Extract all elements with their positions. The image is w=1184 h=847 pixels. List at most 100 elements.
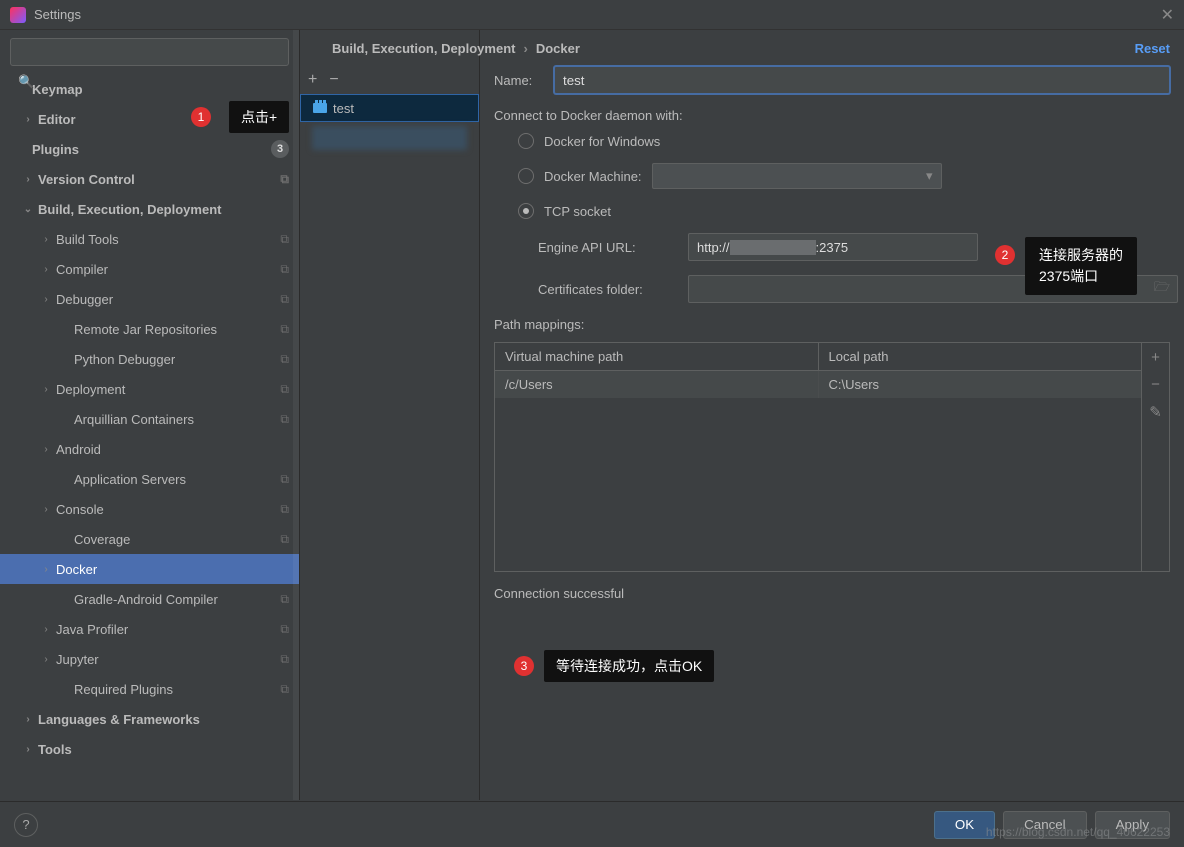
chevron-icon: ⌄ [18, 204, 38, 215]
sidebar-item-label: Languages & Frameworks [38, 712, 289, 727]
scope-icon: ⧉ [280, 592, 289, 607]
sidebar-item-label: Coverage [74, 532, 274, 547]
sidebar-item-plugins[interactable]: Plugins3 [0, 134, 299, 164]
chevron-icon: › [36, 654, 56, 665]
annotation-badge: 1 [191, 107, 211, 127]
sidebar-item-debugger[interactable]: ›Debugger ⧉ [0, 284, 299, 314]
sidebar-item-required-plugins[interactable]: Required Plugins ⧉ [0, 674, 299, 704]
close-icon[interactable]: ✕ [1161, 5, 1174, 25]
chevron-icon: › [36, 234, 56, 245]
scope-icon: ⧉ [280, 472, 289, 487]
name-input[interactable] [554, 66, 1170, 94]
annotation-2: 2 连接服务器的 2375端口 [1025, 237, 1137, 295]
table-edit-icon[interactable]: ✎ [1149, 403, 1162, 421]
path-mappings-table: Virtual machine path Local path /c/Users… [494, 342, 1170, 572]
scope-icon: ⧉ [280, 322, 289, 337]
chevron-icon: › [36, 444, 56, 455]
chevron-icon: › [36, 564, 56, 575]
scope-icon: ⧉ [280, 172, 289, 187]
settings-sidebar: 🔍 Keymap›EditorPlugins3›Version Control⧉… [0, 30, 300, 800]
window-title: Settings [34, 7, 1161, 22]
remove-button[interactable]: − [329, 71, 338, 89]
chevron-icon: › [18, 174, 38, 185]
docker-config-label: test [333, 101, 354, 116]
masked-host: xxxx [730, 240, 816, 255]
reset-link[interactable]: Reset [1135, 41, 1170, 56]
chevron-icon: › [18, 114, 38, 125]
docker-icon [313, 103, 327, 113]
chevron-icon: › [36, 294, 56, 305]
sidebar-item-label: Keymap [32, 82, 289, 97]
col-local-path[interactable]: Local path [819, 343, 1142, 370]
settings-tree: Keymap›EditorPlugins3›Version Control⧉⌄B… [0, 74, 299, 800]
chevron-icon: › [36, 624, 56, 635]
sidebar-item-jupyter[interactable]: ›Jupyter⧉ [0, 644, 299, 674]
scope-icon: ⧉ [280, 622, 289, 637]
chevron-icon: › [36, 384, 56, 395]
sidebar-item-label: Compiler [56, 262, 274, 277]
sidebar-item-languages-frameworks[interactable]: ›Languages & Frameworks [0, 704, 299, 734]
sidebar-item-label: Python Debugger [74, 352, 274, 367]
docker-list-panel: Build, Execution, Deployment › Docker + … [300, 30, 480, 800]
cert-folder-label: Certificates folder: [538, 282, 688, 297]
scope-icon: ⧉ [280, 502, 289, 517]
connection-status: Connection successful [494, 586, 1170, 601]
sidebar-item-build-tools[interactable]: ›Build Tools⧉ [0, 224, 299, 254]
sidebar-item-application-servers[interactable]: Application Servers⧉ [0, 464, 299, 494]
chevron-icon: › [18, 744, 38, 755]
chevron-icon: › [36, 264, 56, 275]
annotation-badge: 2 [995, 245, 1015, 265]
sidebar-item-tools[interactable]: ›Tools [0, 734, 299, 764]
radio-docker-windows[interactable] [518, 133, 534, 149]
folder-icon[interactable]: 🗁 [1154, 278, 1170, 300]
sidebar-item-label: Debugger [56, 292, 274, 307]
sidebar-item-keymap[interactable]: Keymap [0, 74, 299, 104]
sidebar-item-arquillian-containers[interactable]: Arquillian Containers⧉ [0, 404, 299, 434]
sidebar-item-coverage[interactable]: Coverage⧉ [0, 524, 299, 554]
sidebar-item-label: Tools [38, 742, 289, 757]
help-button[interactable]: ? [14, 813, 38, 837]
sidebar-item-label: Java Profiler [56, 622, 274, 637]
sidebar-item-deployment[interactable]: ›Deployment⧉ [0, 374, 299, 404]
table-row[interactable]: /c/Users C:\Users [495, 371, 1141, 398]
radio-docker-machine[interactable] [518, 168, 534, 184]
engine-url-label: Engine API URL: [538, 240, 688, 255]
radio-tcp-socket-label: TCP socket [544, 204, 611, 219]
table-add-icon[interactable]: + [1151, 349, 1160, 366]
sidebar-item-java-profiler[interactable]: ›Java Profiler ⧉ [0, 614, 299, 644]
cell-vm-path: /c/Users [495, 371, 819, 398]
titlebar: Settings ✕ [0, 0, 1184, 30]
sidebar-item-build-execution-deployment[interactable]: ⌄Build, Execution, Deployment [0, 194, 299, 224]
annotation-3: 3 等待连接成功，点击OK [544, 650, 714, 682]
chevron-icon: › [36, 504, 56, 515]
watermark: https://blog.csdn.net/qq_40622253 [986, 825, 1170, 839]
table-remove-icon[interactable]: − [1151, 376, 1160, 393]
sidebar-item-python-debugger[interactable]: Python Debugger⧉ [0, 344, 299, 374]
docker-machine-select[interactable] [652, 163, 942, 189]
sidebar-item-label: Docker [56, 562, 289, 577]
sidebar-item-label: Console [56, 502, 274, 517]
name-label: Name: [494, 73, 554, 88]
sidebar-item-remote-jar-repositories[interactable]: Remote Jar Repositories⧉ [0, 314, 299, 344]
sidebar-item-label: Jupyter [56, 652, 274, 667]
sidebar-item-android[interactable]: ›Android [0, 434, 299, 464]
search-input[interactable] [10, 38, 289, 66]
sidebar-item-version-control[interactable]: ›Version Control⧉ [0, 164, 299, 194]
sidebar-item-gradle-android-compiler[interactable]: Gradle-Android Compiler⧉ [0, 584, 299, 614]
col-vm-path[interactable]: Virtual machine path [495, 343, 819, 370]
scope-icon: ⧉ [280, 292, 289, 307]
sidebar-item-console[interactable]: ›Console ⧉ [0, 494, 299, 524]
docker-settings-form: Reset Name: Connect to Docker daemon wit… [480, 30, 1184, 800]
radio-tcp-socket[interactable] [518, 203, 534, 219]
scope-icon: ⧉ [280, 382, 289, 397]
add-button[interactable]: + [308, 71, 317, 89]
sidebar-item-label: Required Plugins [74, 682, 274, 697]
sidebar-item-compiler[interactable]: ›Compiler⧉ [0, 254, 299, 284]
docker-config-item-blurred [312, 126, 467, 150]
scope-icon: ⧉ [280, 682, 289, 697]
docker-config-item[interactable]: test [300, 94, 479, 122]
engine-url-input[interactable]: http://xxxx:2375 [688, 233, 978, 261]
sidebar-item-label: Plugins [32, 142, 271, 157]
sidebar-item-docker[interactable]: ›Docker [0, 554, 299, 584]
scope-icon: ⧉ [280, 412, 289, 427]
